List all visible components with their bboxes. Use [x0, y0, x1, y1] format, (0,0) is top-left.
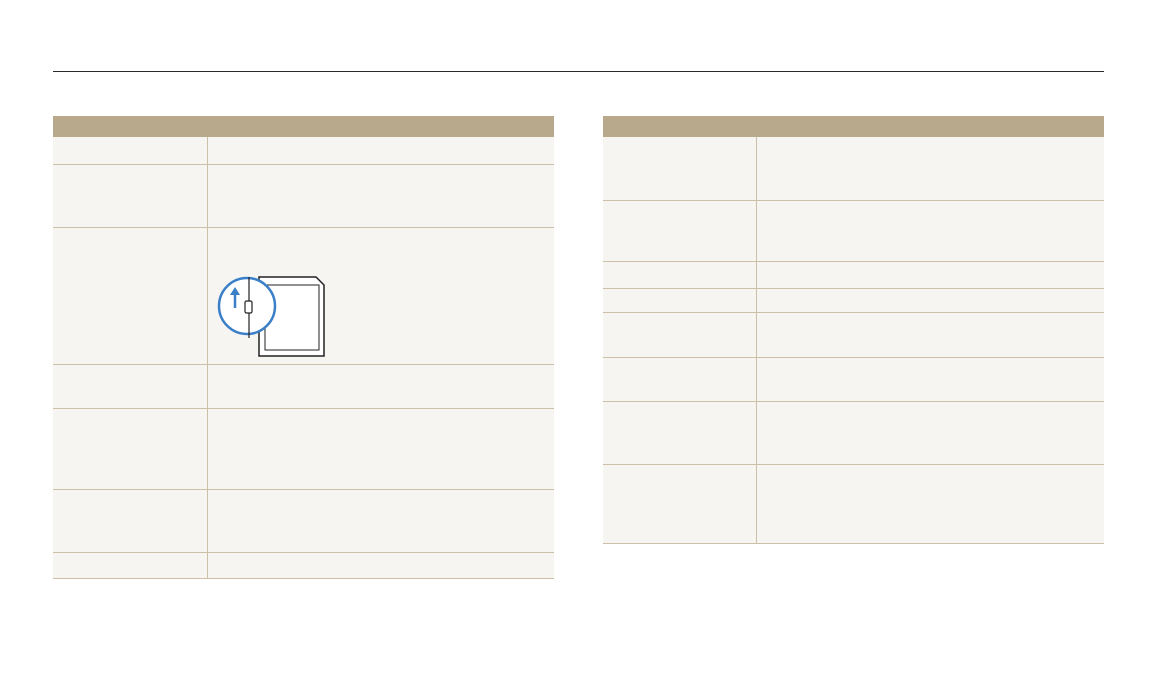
row-description	[207, 552, 554, 579]
row-description-with-figure	[207, 227, 554, 365]
row-label	[53, 489, 208, 553]
row-label	[53, 552, 208, 579]
sd-card-figure	[216, 268, 336, 363]
row-label	[53, 227, 208, 365]
right-header-col2	[756, 116, 1104, 137]
table-row	[603, 357, 1104, 402]
sd-card-lock-icon	[217, 275, 325, 357]
row-description	[756, 357, 1104, 402]
row-label	[603, 312, 757, 358]
row-description	[756, 464, 1104, 544]
table-row	[53, 408, 554, 490]
table-row	[603, 464, 1104, 544]
row-label	[603, 401, 757, 465]
table-row	[603, 288, 1104, 313]
row-label	[53, 364, 208, 409]
row-description	[756, 312, 1104, 358]
right-header-col1	[603, 116, 756, 137]
row-description	[207, 408, 554, 490]
row-label	[603, 137, 757, 201]
row-label	[603, 357, 757, 402]
left-header-col2	[207, 116, 554, 137]
left-header-col1	[53, 116, 207, 137]
table-row	[53, 489, 554, 553]
table-row	[603, 261, 1104, 289]
left-table-header	[53, 116, 554, 137]
table-row	[53, 552, 554, 579]
row-label	[603, 288, 757, 313]
right-table	[603, 116, 1104, 544]
row-label	[53, 137, 208, 165]
row-label	[53, 164, 208, 228]
left-table	[53, 116, 554, 579]
table-row	[603, 312, 1104, 358]
row-description	[756, 261, 1104, 289]
row-description	[756, 288, 1104, 313]
table-row	[53, 364, 554, 409]
table-row	[603, 200, 1104, 262]
row-description	[207, 164, 554, 228]
row-description	[207, 364, 554, 409]
table-row	[53, 227, 554, 365]
table-row	[53, 137, 554, 165]
table-row	[603, 401, 1104, 465]
right-table-header	[603, 116, 1104, 137]
table-row	[53, 164, 554, 228]
row-label	[603, 464, 757, 544]
row-description	[756, 137, 1104, 201]
row-label	[603, 261, 757, 289]
row-label	[53, 408, 208, 490]
row-description	[207, 137, 554, 165]
top-rule	[53, 71, 1104, 72]
row-description	[756, 200, 1104, 262]
row-description	[207, 489, 554, 553]
row-description	[756, 401, 1104, 465]
table-row	[603, 137, 1104, 201]
row-label	[603, 200, 757, 262]
